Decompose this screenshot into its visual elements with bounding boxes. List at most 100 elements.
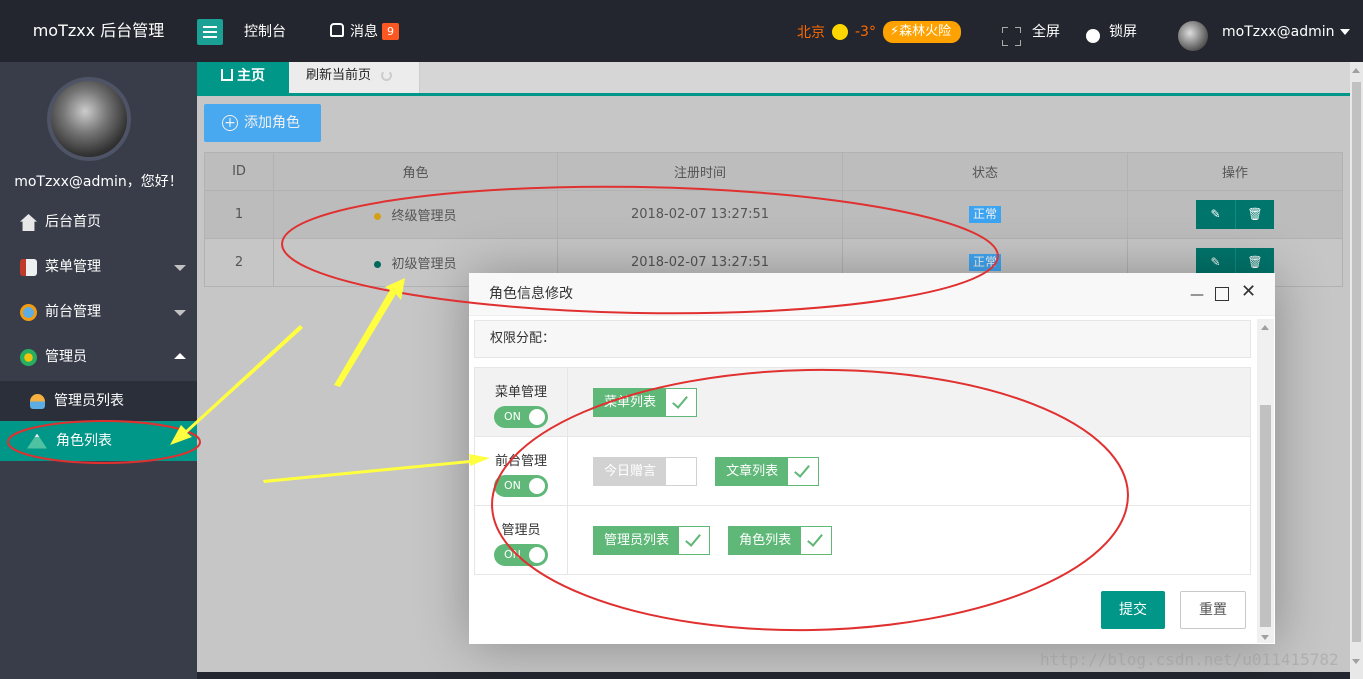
scroll-up-icon[interactable]	[1352, 68, 1360, 73]
add-role-button[interactable]: + 添加角色	[204, 104, 321, 142]
delete-button[interactable]: 🗑	[1235, 200, 1274, 229]
group-switch[interactable]: ON	[494, 405, 548, 428]
monitor-icon	[20, 304, 37, 321]
sidebar-item-admin[interactable]: 管理员	[0, 335, 197, 380]
dialog-scroll-thumb[interactable]	[1260, 405, 1271, 627]
checkbox-label: 管理员列表	[594, 526, 680, 554]
chevron-up-icon	[174, 353, 186, 359]
refresh-icon[interactable]	[381, 70, 393, 81]
switch-label: ON	[504, 478, 521, 492]
home-icon	[20, 214, 37, 231]
home-outline-icon	[221, 69, 233, 81]
permission-items-cell: 管理员列表 角色列表	[567, 505, 1251, 575]
group-switch[interactable]: ON	[494, 543, 548, 566]
checkbox-label: 文章列表	[716, 457, 789, 485]
status-badge: 正常	[968, 206, 1001, 223]
permission-group-cell: 前台管理 ON	[474, 436, 568, 506]
fullscreen-icon[interactable]	[1002, 27, 1021, 46]
permission-row: 菜单管理 ON 菜单列表	[474, 367, 1251, 437]
scroll-down-icon[interactable]	[1352, 659, 1360, 664]
nav-message-label: 消息	[350, 24, 378, 40]
role-name: 终级管理员	[391, 209, 457, 224]
permission-checkbox-article-list[interactable]: 文章列表	[715, 456, 820, 486]
role-dot	[374, 261, 382, 268]
cell-actions: ✎ 🗑	[1127, 190, 1343, 239]
sidebar-item-home[interactable]: 后台首页	[0, 200, 197, 245]
trash-icon: 🗑	[1247, 207, 1263, 221]
col-id: ID	[204, 152, 274, 191]
edit-button[interactable]: ✎	[1196, 200, 1235, 229]
group-switch[interactable]: ON	[494, 474, 548, 497]
sidebar-item-menu[interactable]: 菜单管理	[0, 245, 197, 290]
close-icon[interactable]: ✕	[1241, 283, 1256, 301]
nav-message[interactable]: 消息 9	[330, 0, 399, 62]
user-menu[interactable]: moTzxx@admin	[1222, 0, 1350, 62]
checkbox-label: 今日赠言	[594, 457, 667, 485]
permission-checkbox-admin-list[interactable]: 管理员列表	[593, 525, 711, 555]
message-count-badge: 9	[382, 22, 399, 40]
fullscreen-button[interactable]: 全屏	[1032, 0, 1060, 62]
minimize-icon[interactable]: —	[1190, 287, 1204, 303]
chevron-down-icon	[174, 310, 186, 316]
top-header: moTzxx 后台管理 控制台 消息 9 北京 -3° ⚡森林火险 全屏 锁屏 m…	[0, 0, 1363, 62]
user-avatar[interactable]	[1178, 21, 1208, 51]
nav-console[interactable]: 控制台	[244, 0, 286, 62]
caret-down-icon	[1339, 29, 1350, 35]
pencil-icon: ✎	[1210, 207, 1221, 221]
bell-icon	[330, 23, 344, 37]
reset-button[interactable]: 重置	[1180, 591, 1246, 629]
sidebar-item-label: 管理员	[45, 349, 87, 365]
tab-refresh-label: 刷新当前页	[306, 68, 372, 83]
menu-book-icon	[20, 259, 37, 276]
check-icon	[679, 526, 710, 554]
sidebar-avatar	[47, 77, 131, 161]
permission-checkbox-role-list[interactable]: 角色列表	[728, 525, 833, 555]
dialog-body: 权限分配： 菜单管理 ON 菜单列表 前台管理 ON 今日赠言 文章列表 管理员…	[474, 320, 1252, 640]
sidebar-subitem-role-list[interactable]: 角色列表	[0, 421, 197, 461]
permission-table: 菜单管理 ON 菜单列表 前台管理 ON 今日赠言 文章列表 管理员 ON 管理…	[474, 367, 1251, 575]
sidebar-item-frontend[interactable]: 前台管理	[0, 290, 197, 335]
menu-toggle-icon[interactable]	[197, 19, 223, 45]
welcome-text: moTzxx@admin，您好！	[14, 174, 183, 190]
action-group: ✎ 🗑	[1196, 200, 1274, 229]
table-header-row: ID 角色 注册时间 状态 操作	[204, 152, 1343, 191]
role-table: ID 角色 注册时间 状态 操作 1 终级管理员 2018-02-07 13:2…	[204, 152, 1343, 287]
tab-refresh[interactable]: 刷新当前页	[289, 62, 420, 93]
permission-group-cell: 菜单管理 ON	[474, 367, 568, 437]
page-scrollbar[interactable]	[1350, 62, 1363, 679]
check-icon	[666, 388, 697, 416]
permission-checkbox-daily-quote[interactable]: 今日赠言	[593, 456, 698, 486]
col-time: 注册时间	[557, 152, 843, 191]
switch-label: ON	[504, 409, 521, 423]
sidebar-item-label: 前台管理	[45, 304, 101, 320]
maximize-icon[interactable]	[1215, 287, 1229, 301]
check-icon	[788, 457, 819, 485]
switch-label: ON	[504, 547, 521, 561]
submit-button[interactable]: 提交	[1101, 591, 1165, 629]
permission-header: 权限分配：	[474, 320, 1251, 358]
weather-alert-badge: ⚡森林火险	[882, 21, 962, 43]
role-name: 初级管理员	[391, 257, 457, 272]
weather-alert-text: 森林火险	[899, 24, 952, 39]
sidebar-item-label: 菜单管理	[45, 259, 101, 275]
user-name: moTzxx@admin	[1222, 24, 1335, 40]
role-edit-dialog: 角色信息修改 — ✕ 权限分配： 菜单管理 ON 菜单列表 前台管理 ON 今日…	[469, 273, 1275, 644]
tab-home[interactable]: 主页	[197, 62, 289, 93]
permission-checkbox-menu-list[interactable]: 菜单列表	[593, 387, 698, 417]
sidebar-subitem-admin-list[interactable]: 管理员列表	[0, 381, 197, 421]
lightning-icon: ⚡	[889, 24, 900, 39]
permission-group-name: 菜单管理	[494, 384, 547, 400]
scroll-thumb[interactable]	[1352, 82, 1361, 642]
tab-home-label: 主页	[237, 68, 265, 84]
dialog-scrollbar[interactable]	[1257, 319, 1274, 643]
dialog-title: 角色信息修改	[469, 273, 1275, 316]
admin-icon	[20, 349, 37, 366]
sidebar-subitem-label: 角色列表	[56, 433, 112, 449]
scroll-down-icon[interactable]	[1261, 635, 1269, 640]
tab-bar: 主页 刷新当前页	[197, 62, 1350, 96]
lock-button[interactable]: 锁屏	[1109, 0, 1137, 62]
scroll-up-icon[interactable]	[1261, 325, 1269, 330]
sidebar-item-label: 后台首页	[45, 214, 101, 230]
trash-icon: 🗑	[1247, 255, 1263, 269]
lock-icon[interactable]	[1086, 29, 1100, 43]
